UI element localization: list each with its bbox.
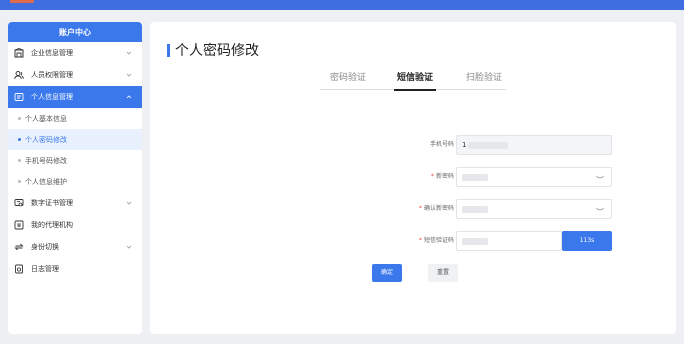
sidebar-item-identity-switch[interactable]: 身份切换 — [8, 236, 142, 258]
masked-value — [468, 141, 509, 149]
sidebar-item-enterprise[interactable]: 企业信息管理 — [8, 42, 142, 64]
sms-code-field[interactable] — [456, 231, 562, 251]
tab-sms-verify[interactable]: 短信验证 — [393, 70, 437, 91]
sidebar-item-label: 身份切换 — [31, 243, 59, 251]
sidebar-subitem-password-change[interactable]: 个人密码修改 — [8, 129, 142, 150]
sidebar: 账户中心 企业信息管理 人员权限管理 个人信息管理 个人基本信息 个人密码修改 … — [8, 22, 142, 334]
title-accent-bar — [167, 43, 170, 57]
confirm-button[interactable]: 确定 — [372, 264, 402, 282]
sidebar-subitem-label: 个人密码修改 — [25, 135, 67, 144]
reset-button[interactable]: 重置 — [428, 264, 458, 282]
sidebar-title: 账户中心 — [8, 22, 142, 42]
sidebar-item-label: 企业信息管理 — [31, 49, 73, 57]
masked-value — [462, 205, 488, 213]
sidebar-item-label: 我的代理机构 — [31, 221, 73, 229]
eye-closed-icon[interactable] — [596, 207, 604, 212]
tab-password-verify[interactable]: 密码验证 — [330, 70, 366, 90]
sidebar-subitem-info-maintenance[interactable]: 个人信息维护 — [8, 171, 142, 192]
phone-label: 手机号码 — [429, 141, 454, 148]
top-bar — [0, 0, 684, 10]
user-group-icon — [14, 70, 24, 80]
chevron-down-icon — [126, 73, 132, 77]
logo — [10, 0, 34, 3]
chevron-down-icon — [126, 201, 132, 205]
sidebar-subitem-phone-change[interactable]: 手机号码修改 — [8, 150, 142, 171]
sidebar-item-label: 人员权限管理 — [31, 71, 73, 79]
sidebar-item-personnel[interactable]: 人员权限管理 — [8, 64, 142, 86]
sidebar-item-logs[interactable]: 日志管理 — [8, 258, 142, 280]
agency-icon — [14, 220, 24, 230]
new-password-label: * 新密码 — [430, 173, 454, 180]
log-icon — [14, 264, 24, 274]
main-panel: 个人密码修改 密码验证 短信验证 扫脸验证 手机号码 1 * 新密码 * 确认新密码… — [150, 22, 676, 334]
sidebar-item-agency[interactable]: 我的代理机构 — [8, 214, 142, 236]
masked-value — [462, 173, 488, 181]
confirm-password-field[interactable] — [456, 199, 612, 219]
page-title: 个人密码修改 — [167, 40, 259, 60]
sidebar-subitem-label: 个人信息维护 — [25, 177, 67, 186]
eye-closed-icon[interactable] — [596, 175, 604, 180]
page-title-text: 个人密码修改 — [175, 43, 259, 59]
sidebar-subitem-label: 个人基本信息 — [25, 114, 67, 123]
switch-icon — [14, 242, 24, 252]
sidebar-item-personal-info[interactable]: 个人信息管理 — [8, 86, 142, 108]
sms-code-label: * 短信验证码 — [418, 237, 454, 244]
new-password-row: * 新密码 — [270, 167, 642, 187]
new-password-field[interactable] — [456, 167, 612, 187]
tab-face-verify[interactable]: 扫脸验证 — [466, 70, 502, 90]
profile-card-icon — [14, 92, 24, 102]
chevron-down-icon — [126, 245, 132, 249]
sidebar-item-label: 数字证书管理 — [31, 199, 73, 207]
masked-value — [462, 237, 488, 245]
verification-tabs: 密码验证 短信验证 扫脸验证 — [320, 70, 506, 91]
chevron-up-icon — [126, 95, 132, 99]
sidebar-subitem-basic-info[interactable]: 个人基本信息 — [8, 108, 142, 129]
chevron-down-icon — [126, 51, 132, 55]
confirm-password-label: * 确认新密码 — [418, 205, 454, 212]
phone-field[interactable]: 1 — [456, 135, 612, 155]
phone-row: 手机号码 1 — [270, 135, 642, 155]
sidebar-item-label: 日志管理 — [31, 265, 59, 273]
confirm-password-row: * 确认新密码 — [270, 199, 642, 219]
sidebar-item-certificate[interactable]: 数字证书管理 — [8, 192, 142, 214]
certificate-icon — [14, 198, 24, 208]
sms-code-row: * 短信验证码 113s — [270, 231, 642, 251]
building-icon — [14, 48, 24, 58]
sidebar-item-label: 个人信息管理 — [31, 93, 73, 101]
sidebar-subitem-label: 手机号码修改 — [25, 156, 67, 165]
resend-code-countdown-button[interactable]: 113s — [562, 231, 612, 251]
